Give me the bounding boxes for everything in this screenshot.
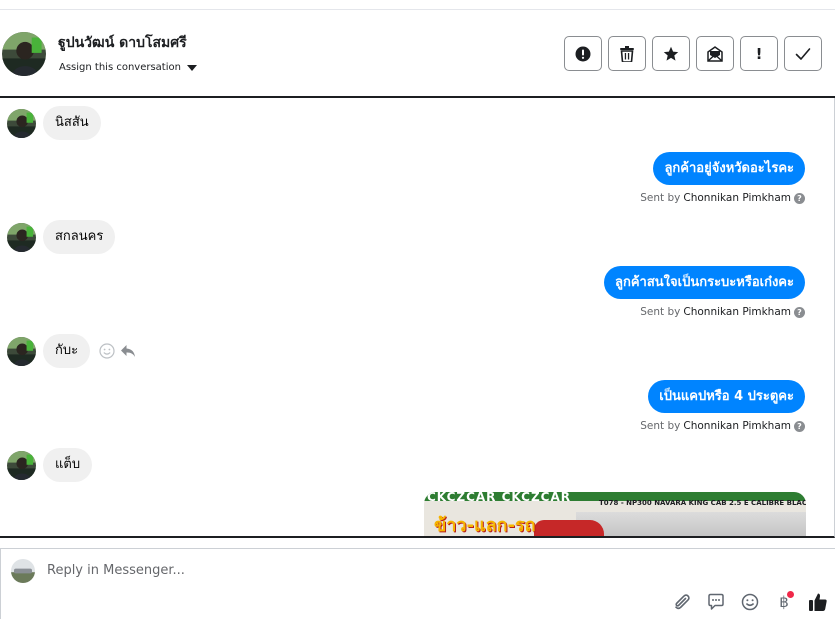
incoming-message-row: นิสสัน	[7, 106, 101, 140]
attach-file-button[interactable]	[671, 591, 693, 613]
sent-by-line: Sent by Chonnikan Pimkham ?	[604, 306, 805, 318]
promo-car-photo	[576, 512, 806, 536]
paperclip-icon	[675, 594, 690, 610]
page-avatar	[11, 559, 35, 583]
contact-avatar-small	[7, 223, 36, 252]
delete-button[interactable]	[608, 36, 646, 71]
incoming-message-row: แต็บ	[7, 448, 93, 482]
conversation-header: ฐูปนวัฒน์ ดาบโสมศรี Assign this conversa…	[0, 10, 835, 98]
conversation-actions: !	[564, 36, 822, 71]
star-icon	[663, 46, 679, 61]
top-border	[0, 0, 835, 10]
outgoing-message-bubble[interactable]: ลูกค้าอยู่จังหวัดอะไรคะ	[653, 152, 805, 185]
sent-by-name: Chonnikan Pimkham	[683, 306, 791, 318]
incoming-message-row: กับะ	[7, 334, 136, 368]
thumbs-up-icon	[809, 593, 827, 611]
message-thread[interactable]: นิสสัน ลูกค้าอยู่จังหวัดอะไรคะ Sent by C…	[0, 98, 835, 538]
contact-avatar-small	[7, 337, 36, 366]
mark-unread-button[interactable]	[696, 36, 734, 71]
outgoing-message-bubble[interactable]: ลูกค้าสนใจเป็นกระบะหรือเก๋งคะ	[604, 266, 805, 299]
envelope-open-icon	[707, 45, 723, 62]
sent-by-name: Chonnikan Pimkham	[683, 192, 791, 204]
promo-headline: ข้าว-แลก-รถ	[434, 515, 536, 536]
reply-arrow-icon[interactable]	[120, 343, 136, 359]
reply-input[interactable]	[47, 563, 647, 578]
checkmark-icon	[795, 47, 811, 60]
assign-label: Assign this conversation	[59, 62, 181, 73]
assign-conversation-dropdown[interactable]: Assign this conversation	[59, 62, 197, 73]
help-icon[interactable]: ?	[794, 306, 805, 318]
saved-replies-button[interactable]	[705, 591, 727, 613]
contact-avatar-small	[7, 109, 36, 138]
reply-composer: ฿	[0, 548, 835, 619]
saved-replies-icon	[708, 593, 724, 610]
incoming-message-bubble[interactable]: แต็บ	[43, 448, 93, 482]
outgoing-message-group: ลูกค้าสนใจเป็นกระบะหรือเก๋งคะ Sent by Ch…	[604, 266, 805, 318]
emoji-icon	[741, 593, 759, 611]
contact-avatar-small	[7, 451, 36, 480]
incoming-message-bubble[interactable]: สกลนคร	[43, 220, 116, 254]
sent-by-prefix: Sent by	[640, 306, 681, 318]
sent-by-line: Sent by Chonnikan Pimkham ?	[640, 192, 805, 204]
outgoing-message-bubble[interactable]: เป็นแคปหรือ 4 ประตูคะ	[648, 380, 805, 413]
promo-model-text: T078 - NP300 NAVARA KING CAB 2.5 E CALIB…	[599, 499, 806, 507]
mark-spam-button[interactable]	[564, 36, 602, 71]
emoji-button[interactable]	[739, 591, 761, 613]
sent-by-line: Sent by Chonnikan Pimkham ?	[640, 420, 805, 432]
mark-done-button[interactable]	[784, 36, 822, 71]
caret-down-icon	[186, 64, 197, 71]
outgoing-message-group: ลูกค้าอยู่จังหวัดอะไรคะ Sent by Chonnika…	[640, 152, 805, 204]
contact-name[interactable]: ฐูปนวัฒน์ ดาบโสมศรี	[58, 32, 187, 54]
promo-car-graphic	[534, 520, 604, 536]
trash-icon	[620, 45, 634, 62]
notification-dot	[787, 591, 794, 598]
message-hover-actions	[99, 343, 136, 359]
sent-by-prefix: Sent by	[640, 192, 681, 204]
payment-button[interactable]: ฿	[773, 591, 795, 613]
outgoing-message-group: เป็นแคปหรือ 4 ประตูคะ Sent by Chonnikan …	[640, 380, 805, 432]
star-button[interactable]	[652, 36, 690, 71]
exclamation-circle-icon	[575, 46, 591, 61]
promo-brand-text: CKCZCAR CKCZCAR	[427, 492, 571, 504]
help-icon[interactable]: ?	[794, 420, 805, 432]
sent-by-prefix: Sent by	[640, 420, 681, 432]
help-icon[interactable]: ?	[794, 192, 805, 204]
follow-up-button[interactable]: !	[740, 36, 778, 71]
send-like-button[interactable]	[807, 591, 829, 613]
composer-tools: ฿	[671, 591, 829, 613]
incoming-message-bubble[interactable]: กับะ	[43, 334, 91, 368]
incoming-message-row: สกลนคร	[7, 220, 116, 254]
incoming-message-bubble[interactable]: นิสสัน	[43, 106, 101, 140]
follow-up-label: !	[755, 44, 763, 63]
react-emoji-icon[interactable]	[99, 343, 115, 359]
promo-image-attachment[interactable]: CKCZCAR CKCZCAR T078 - NP300 NAVARA KING…	[424, 492, 806, 536]
contact-avatar[interactable]	[2, 32, 46, 76]
sent-by-name: Chonnikan Pimkham	[683, 420, 791, 432]
